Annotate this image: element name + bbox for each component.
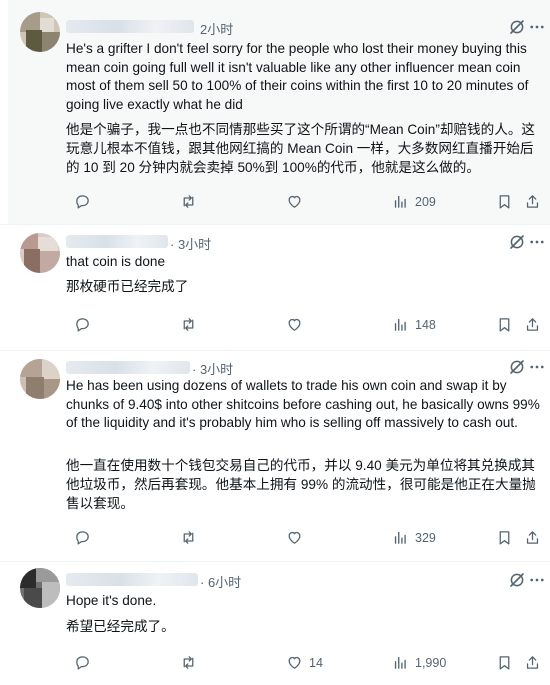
bookmark-icon xyxy=(499,656,510,670)
action-bar: 329 xyxy=(66,529,546,547)
share-button[interactable] xyxy=(524,654,541,671)
avatar[interactable] xyxy=(20,568,60,608)
like-icon xyxy=(288,195,301,208)
views-button[interactable]: 148 xyxy=(392,316,436,333)
view-count: 1,990 xyxy=(415,655,447,670)
repost-button[interactable] xyxy=(180,193,197,210)
reply-feed: 2小时 He's a grifter I don't feel sorry fo… xyxy=(0,0,550,685)
more-icon[interactable] xyxy=(528,571,546,589)
user-name[interactable] xyxy=(66,573,198,586)
post-text-translation: 他是个骗子，我一点也不同情那些买了这个所谓的“Mean Coin”却赔钱的人。这… xyxy=(66,122,536,175)
repost-button[interactable] xyxy=(180,316,197,333)
post-text-original: He has been using dozens of wallets to t… xyxy=(66,378,540,431)
post-time[interactable]: 2小时 xyxy=(200,19,233,38)
user-name[interactable] xyxy=(66,361,190,374)
more-icon[interactable] xyxy=(528,233,546,251)
more-icon[interactable] xyxy=(528,18,546,36)
repost-icon xyxy=(183,656,194,669)
views-button[interactable]: 1,990 xyxy=(392,654,446,671)
bookmark-button[interactable] xyxy=(496,193,513,210)
share-button[interactable] xyxy=(524,193,541,210)
views-icon xyxy=(394,656,406,669)
bookmark-icon xyxy=(499,318,510,332)
share-icon xyxy=(526,531,539,544)
view-count: 148 xyxy=(415,317,436,332)
post-text-original: that coin is done xyxy=(66,254,165,269)
reply-button[interactable] xyxy=(74,193,91,210)
like-count: 14 xyxy=(309,655,323,670)
bookmark-icon xyxy=(499,531,510,545)
user-name[interactable] xyxy=(66,20,194,33)
view-count: 329 xyxy=(415,530,436,545)
reply-button[interactable] xyxy=(74,654,91,671)
reply-icon xyxy=(76,531,89,545)
views-button[interactable]: 329 xyxy=(392,529,436,546)
reply-icon xyxy=(76,195,89,209)
like-icon xyxy=(288,318,301,331)
post-text-translation: 希望已经完成了。 xyxy=(66,619,175,634)
action-bar: 209 xyxy=(66,193,546,211)
action-bar: 14 1,990 xyxy=(66,654,546,672)
bookmark-button[interactable] xyxy=(496,529,513,546)
like-button[interactable] xyxy=(286,193,309,210)
post-time[interactable]: · 3小时 xyxy=(192,359,233,378)
like-button[interactable] xyxy=(286,529,309,546)
avatar[interactable] xyxy=(20,233,60,273)
share-icon xyxy=(526,656,539,669)
post-3[interactable]: · 3小时 He has been using dozens of wallet… xyxy=(8,351,550,561)
avatar[interactable] xyxy=(20,359,60,399)
bookmark-icon xyxy=(499,195,510,209)
post-text-original: Hope it's done. xyxy=(66,593,157,608)
post-1[interactable]: 2小时 He's a grifter I don't feel sorry fo… xyxy=(8,0,550,224)
grok-icon[interactable] xyxy=(508,18,526,36)
reply-icon xyxy=(76,318,89,332)
bookmark-button[interactable] xyxy=(496,316,513,333)
like-icon xyxy=(288,656,301,669)
avatar[interactable] xyxy=(20,12,60,52)
reply-button[interactable] xyxy=(74,316,91,333)
repost-icon xyxy=(183,531,194,544)
grok-icon[interactable] xyxy=(508,571,526,589)
share-button[interactable] xyxy=(524,529,541,546)
more-icon[interactable] xyxy=(528,358,546,376)
views-button[interactable]: 209 xyxy=(392,193,436,210)
reply-icon xyxy=(76,656,89,670)
grok-icon[interactable] xyxy=(508,233,526,251)
repost-icon xyxy=(183,318,194,331)
share-icon xyxy=(526,318,539,331)
grok-icon[interactable] xyxy=(508,358,526,376)
user-name[interactable] xyxy=(66,235,168,248)
post-text-translation: 那枚硬币已经完成了 xyxy=(66,279,189,294)
post-text-translation: 他一直在使用数十个钱包交易自己的代币，并以 9.40 美元为单位将其兑换成其他垃… xyxy=(66,458,536,511)
share-icon xyxy=(526,195,539,208)
like-button[interactable]: 14 xyxy=(286,654,323,671)
view-count: 209 xyxy=(415,194,436,209)
reply-button[interactable] xyxy=(74,529,91,546)
post-time[interactable]: · 6小时 xyxy=(200,572,241,591)
views-icon xyxy=(394,318,406,331)
action-bar: 148 xyxy=(66,316,546,334)
repost-icon xyxy=(183,195,194,208)
views-icon xyxy=(394,531,406,544)
repost-button[interactable] xyxy=(180,654,197,671)
repost-button[interactable] xyxy=(180,529,197,546)
like-icon xyxy=(288,531,301,544)
post-4[interactable]: · 6小时 Hope it's done. 希望已经完成了。 14 1,990 xyxy=(8,562,550,685)
post-text-original: He's a grifter I don't feel sorry for th… xyxy=(66,41,529,113)
bookmark-button[interactable] xyxy=(496,654,513,671)
views-icon xyxy=(394,195,406,208)
post-time[interactable]: · 3小时 xyxy=(170,234,211,253)
like-button[interactable] xyxy=(286,316,309,333)
share-button[interactable] xyxy=(524,316,541,333)
post-2[interactable]: · 3小时 that coin is done 那枚硬币已经完成了 148 xyxy=(8,225,550,350)
